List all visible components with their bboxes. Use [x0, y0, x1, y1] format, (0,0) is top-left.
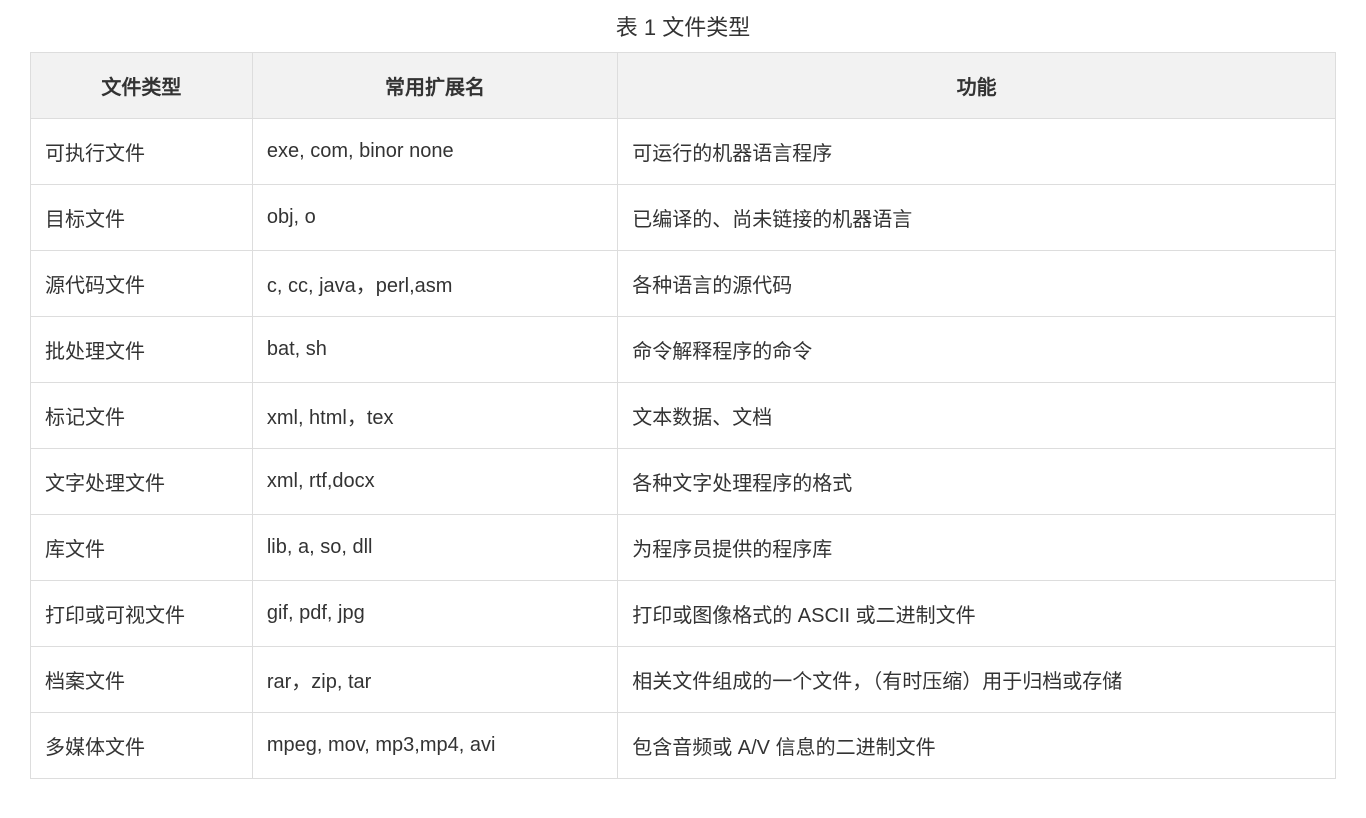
table-header-row: 文件类型 常用扩展名 功能 — [31, 53, 1336, 119]
table-row: 档案文件rar，zip, tar相关文件组成的一个文件，（有时压缩）用于归档或存… — [31, 647, 1336, 713]
cell-file-type: 文字处理文件 — [31, 449, 253, 515]
cell-function: 打印或图像格式的 ASCII 或二进制文件 — [618, 581, 1336, 647]
cell-file-type: 目标文件 — [31, 185, 253, 251]
cell-extension: xml, html，tex — [252, 383, 617, 449]
cell-function: 各种语言的源代码 — [618, 251, 1336, 317]
cell-extension: gif, pdf, jpg — [252, 581, 617, 647]
cell-file-type: 可执行文件 — [31, 119, 253, 185]
table-row: 打印或可视文件gif, pdf, jpg打印或图像格式的 ASCII 或二进制文… — [31, 581, 1336, 647]
table-row: 可执行文件exe, com, binor none可运行的机器语言程序 — [31, 119, 1336, 185]
table-row: 文字处理文件xml, rtf,docx各种文字处理程序的格式 — [31, 449, 1336, 515]
cell-file-type: 档案文件 — [31, 647, 253, 713]
cell-function: 已编译的、尚未链接的机器语言 — [618, 185, 1336, 251]
cell-file-type: 批处理文件 — [31, 317, 253, 383]
cell-function: 命令解释程序的命令 — [618, 317, 1336, 383]
cell-function: 各种文字处理程序的格式 — [618, 449, 1336, 515]
table-caption: 表 1 文件类型 — [30, 10, 1336, 42]
header-extension: 常用扩展名 — [252, 53, 617, 119]
table-row: 源代码文件c, cc, java，perl,asm各种语言的源代码 — [31, 251, 1336, 317]
cell-function: 文本数据、文档 — [618, 383, 1336, 449]
cell-file-type: 标记文件 — [31, 383, 253, 449]
cell-function: 为程序员提供的程序库 — [618, 515, 1336, 581]
cell-extension: exe, com, binor none — [252, 119, 617, 185]
cell-extension: xml, rtf,docx — [252, 449, 617, 515]
cell-extension: c, cc, java，perl,asm — [252, 251, 617, 317]
header-file-type: 文件类型 — [31, 53, 253, 119]
cell-function: 相关文件组成的一个文件，（有时压缩）用于归档或存储 — [618, 647, 1336, 713]
table-row: 目标文件obj, o已编译的、尚未链接的机器语言 — [31, 185, 1336, 251]
cell-file-type: 源代码文件 — [31, 251, 253, 317]
table-row: 标记文件xml, html，tex文本数据、文档 — [31, 383, 1336, 449]
cell-extension: mpeg, mov, mp3,mp4, avi — [252, 713, 617, 779]
cell-file-type: 多媒体文件 — [31, 713, 253, 779]
header-function: 功能 — [618, 53, 1336, 119]
table-row: 库文件lib, a, so, dll为程序员提供的程序库 — [31, 515, 1336, 581]
table-row: 多媒体文件mpeg, mov, mp3,mp4, avi包含音频或 A/V 信息… — [31, 713, 1336, 779]
file-types-table: 文件类型 常用扩展名 功能 可执行文件exe, com, binor none可… — [30, 52, 1336, 779]
cell-function: 可运行的机器语言程序 — [618, 119, 1336, 185]
cell-extension: lib, a, so, dll — [252, 515, 617, 581]
cell-extension: bat, sh — [252, 317, 617, 383]
table-row: 批处理文件bat, sh命令解释程序的命令 — [31, 317, 1336, 383]
cell-file-type: 打印或可视文件 — [31, 581, 253, 647]
cell-extension: rar，zip, tar — [252, 647, 617, 713]
cell-extension: obj, o — [252, 185, 617, 251]
cell-function: 包含音频或 A/V 信息的二进制文件 — [618, 713, 1336, 779]
cell-file-type: 库文件 — [31, 515, 253, 581]
